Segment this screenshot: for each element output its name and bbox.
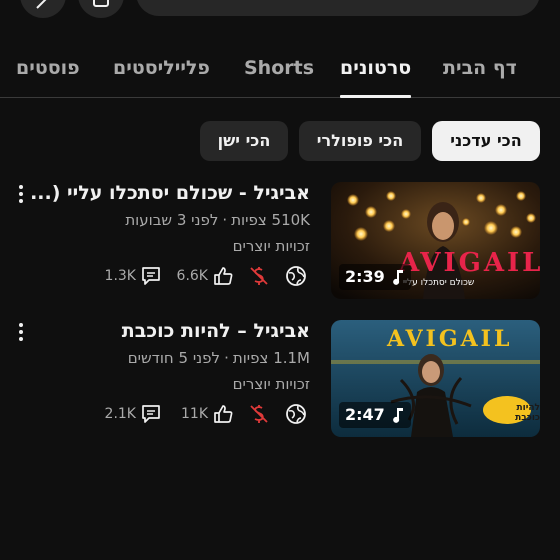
edit-button[interactable] bbox=[20, 0, 66, 18]
like-count: 11K bbox=[181, 406, 208, 422]
tab-videos[interactable]: סרטונים bbox=[340, 52, 412, 98]
upload-age: לפני 3 שבועות bbox=[125, 211, 219, 229]
channel-tabs: דף הבית סרטונים Shorts פלייליסטים פוסטים bbox=[0, 52, 560, 98]
duration-text: 2:39 bbox=[345, 267, 385, 286]
music-note-icon bbox=[392, 408, 403, 423]
thumbnail-badge: להיות כוכבת bbox=[515, 403, 540, 423]
comment-count: 2.1K bbox=[104, 406, 136, 422]
video-meta: 510K צפיות·לפני 3 שבועות bbox=[125, 211, 310, 229]
view-count: 1.1M צפיות bbox=[232, 349, 310, 367]
copyright-label: זכויות יוצרים bbox=[232, 375, 310, 393]
manage-icon bbox=[93, 0, 109, 7]
tab-shorts[interactable]: Shorts bbox=[244, 52, 314, 98]
more-vert-icon[interactable] bbox=[13, 182, 29, 206]
thumbnail-title: AVIGAIL bbox=[387, 326, 513, 352]
chip-latest[interactable]: הכי עדכני bbox=[432, 121, 540, 161]
video-title[interactable]: אביגיל - שכולם יסתכלו עליי (... bbox=[20, 182, 310, 204]
tab-posts[interactable]: פוסטים bbox=[16, 52, 80, 98]
tab-home[interactable]: דף הבית bbox=[443, 52, 517, 98]
copyright-label: זכויות יוצרים bbox=[232, 237, 310, 255]
monetization-off-icon bbox=[250, 405, 268, 423]
comment-icon bbox=[142, 405, 160, 423]
search-bar[interactable] bbox=[136, 0, 540, 16]
video-stats: 11K 2.1K bbox=[100, 401, 312, 427]
upload-age: לפני 5 חודשים bbox=[127, 349, 221, 367]
music-note-icon bbox=[392, 270, 403, 285]
globe-icon bbox=[286, 404, 306, 424]
pencil-icon bbox=[36, 0, 47, 9]
video-title[interactable]: אביגיל – להיות כוכבת bbox=[20, 320, 310, 342]
comment-icon bbox=[142, 267, 160, 285]
video-stats: 6.6K 1.3K bbox=[100, 263, 312, 289]
manage-button[interactable] bbox=[78, 0, 124, 18]
view-count: 510K צפיות bbox=[231, 211, 310, 229]
thumbnail-title: AVIGAIL bbox=[399, 248, 540, 278]
chip-oldest[interactable]: הכי ישן bbox=[200, 121, 288, 161]
chip-popular[interactable]: הכי פופולרי bbox=[299, 121, 421, 161]
comment-count: 1.3K bbox=[104, 268, 136, 284]
more-vert-icon[interactable] bbox=[13, 320, 29, 344]
video-thumbnail[interactable]: AVIGAIL להיות כוכבת 2:47 bbox=[331, 320, 540, 437]
thumbs-up-icon bbox=[214, 405, 233, 423]
duration-badge: 2:47 bbox=[339, 402, 411, 428]
duration-badge: 2:39 bbox=[339, 264, 411, 290]
video-thumbnail[interactable]: AVIGAIL שכולם יסתכלו עליי 2:39 bbox=[331, 182, 540, 299]
duration-text: 2:47 bbox=[345, 405, 385, 424]
globe-icon bbox=[286, 266, 306, 286]
thumbs-up-icon bbox=[214, 267, 233, 285]
monetization-off-icon bbox=[250, 267, 268, 285]
tab-playlists[interactable]: פלייליסטים bbox=[113, 52, 210, 98]
video-meta: 1.1M צפיות·לפני 5 חודשים bbox=[127, 349, 310, 367]
like-count: 6.6K bbox=[176, 268, 208, 284]
thumbnail-subtitle: שכולם יסתכלו עליי bbox=[403, 278, 475, 288]
